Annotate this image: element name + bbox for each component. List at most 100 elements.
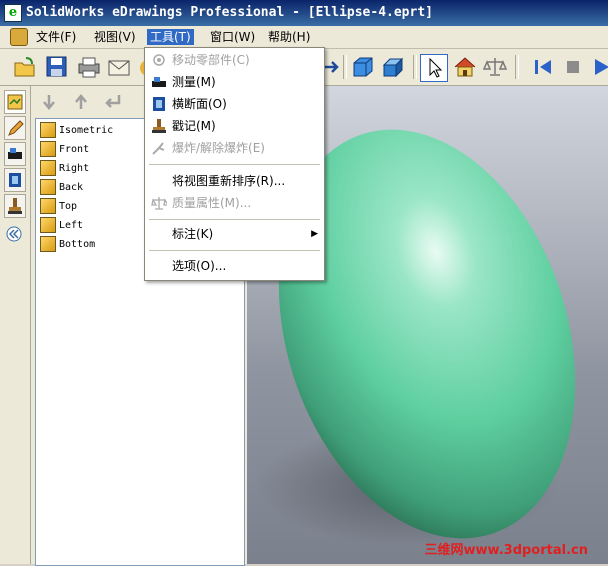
window-title: SolidWorks eDrawings Professional - [Ell… (26, 5, 433, 20)
printer-icon (78, 57, 100, 78)
stamp-icon (8, 198, 22, 214)
cube-icon (353, 57, 373, 77)
tab-measure[interactable] (4, 142, 26, 166)
view-label: Bottom (59, 239, 96, 250)
view-icon (40, 179, 56, 195)
menu-window[interactable]: 窗口(W) (207, 29, 258, 45)
menu-item-label: 移动零部件(C) (172, 53, 250, 67)
view-icon (40, 217, 56, 233)
menu-item-label: 测量(M) (172, 75, 216, 89)
move-up-icon[interactable] (71, 92, 91, 112)
view-icon (40, 198, 56, 214)
menu-separator (149, 164, 320, 165)
view-icon (40, 141, 56, 157)
menu-bar: 文件(F) 视图(V) 工具(T) 窗口(W) 帮助(H) (0, 26, 608, 49)
move-component-icon (153, 54, 165, 66)
menu-view[interactable]: 视图(V) (91, 29, 139, 45)
move-down-icon[interactable] (39, 92, 59, 112)
view-icon (40, 236, 56, 252)
tab-stamp[interactable] (4, 194, 26, 218)
print-button[interactable] (76, 54, 102, 80)
save-button[interactable] (44, 54, 70, 80)
collapse-panel-button[interactable] (6, 226, 22, 242)
stamp-icon (152, 119, 166, 133)
send-button[interactable] (106, 54, 132, 80)
save-icon (46, 56, 67, 77)
menu-item-stamp[interactable]: 戳记(M) (145, 116, 324, 136)
view-label: Top (59, 201, 78, 212)
mass-properties-icon (151, 197, 167, 210)
submenu-arrow-icon: ▶ (311, 229, 318, 239)
stop-icon (567, 61, 579, 73)
explode-icon (152, 142, 165, 155)
view-icon (40, 122, 56, 138)
select-tool-button[interactable] (420, 54, 448, 82)
mass-button[interactable] (482, 54, 508, 80)
double-chevron-left-icon (6, 226, 22, 242)
open-folder-icon (14, 57, 35, 77)
menu-item-label: 横断面(O) (172, 97, 227, 111)
play-icon (595, 59, 608, 75)
play-button[interactable] (590, 54, 608, 80)
shaded-view-button[interactable] (380, 54, 406, 80)
menu-item-label: 选项(O)... (172, 259, 227, 273)
menu-item-reorder-views[interactable]: 将视图重新排序(R)... (145, 171, 324, 191)
menu-item-label: 将视图重新排序(R)... (172, 174, 286, 188)
menu-item-label: 爆炸/解除爆炸(E) (172, 141, 265, 155)
menu-item-annotation[interactable]: 标注(K) ▶ (145, 224, 324, 244)
menu-separator (149, 250, 320, 251)
menu-item-label: 标注(K) (172, 227, 214, 241)
view-cube-button[interactable] (350, 54, 376, 80)
views-icon (7, 94, 23, 110)
cross-section-icon (153, 97, 165, 111)
menu-item-measure[interactable]: 测量(M) (145, 72, 324, 92)
title-bar: e SolidWorks eDrawings Professional - [E… (0, 0, 608, 26)
pointer-icon (429, 57, 443, 78)
stop-button[interactable] (560, 54, 586, 80)
open-button[interactable] (12, 54, 38, 80)
scale-icon (482, 58, 508, 76)
return-icon[interactable] (103, 92, 123, 112)
first-frame-button[interactable] (530, 54, 556, 80)
tab-views[interactable] (4, 90, 26, 114)
menu-separator (149, 219, 320, 220)
menu-item-options[interactable]: 选项(O)... (145, 256, 324, 276)
tab-section[interactable] (4, 168, 26, 192)
view-label: Right (59, 163, 90, 174)
measure-icon (8, 148, 22, 159)
list-item[interactable]: Left (40, 217, 83, 235)
menu-help[interactable]: 帮助(H) (265, 29, 313, 45)
menu-tools[interactable]: 工具(T) (147, 29, 194, 45)
view-label: Isometric (59, 125, 114, 136)
view-label: Back (59, 182, 84, 193)
view-icon (40, 160, 56, 176)
shaded-box-icon (382, 57, 404, 78)
app-icon: e (4, 4, 22, 22)
menu-item-cross-section[interactable]: 横断面(O) (145, 94, 324, 114)
list-item[interactable]: Top (40, 198, 77, 216)
menu-item-mass-properties[interactable]: 质量属性(M)... (145, 193, 324, 213)
section-icon (9, 173, 21, 187)
menu-item-explode[interactable]: 爆炸/解除爆炸(E) (145, 138, 324, 158)
home-icon (454, 57, 476, 77)
envelope-icon (108, 60, 130, 76)
panel-tab-strip (0, 86, 31, 564)
view-label: Front (59, 144, 90, 155)
home-button[interactable] (452, 54, 478, 80)
measure-icon (152, 77, 166, 87)
menu-item-label: 质量属性(M)... (172, 196, 252, 210)
view-label: Left (59, 220, 84, 231)
list-item[interactable]: Bottom (40, 236, 95, 254)
watermark: 三维网www.3dportal.cn (424, 543, 588, 558)
list-item[interactable]: Right (40, 160, 89, 178)
menu-item-label: 戳记(M) (172, 119, 216, 133)
menu-item-move-component[interactable]: 移动零部件(C) (145, 50, 324, 70)
pencil-icon (8, 120, 24, 136)
list-item[interactable]: Back (40, 179, 83, 197)
document-icon[interactable] (10, 28, 28, 46)
menu-file[interactable]: 文件(F) (33, 29, 79, 45)
list-item[interactable]: Isometric (40, 122, 113, 140)
list-item[interactable]: Front (40, 141, 89, 159)
tab-markup[interactable] (4, 116, 26, 140)
skip-back-icon (535, 60, 551, 74)
